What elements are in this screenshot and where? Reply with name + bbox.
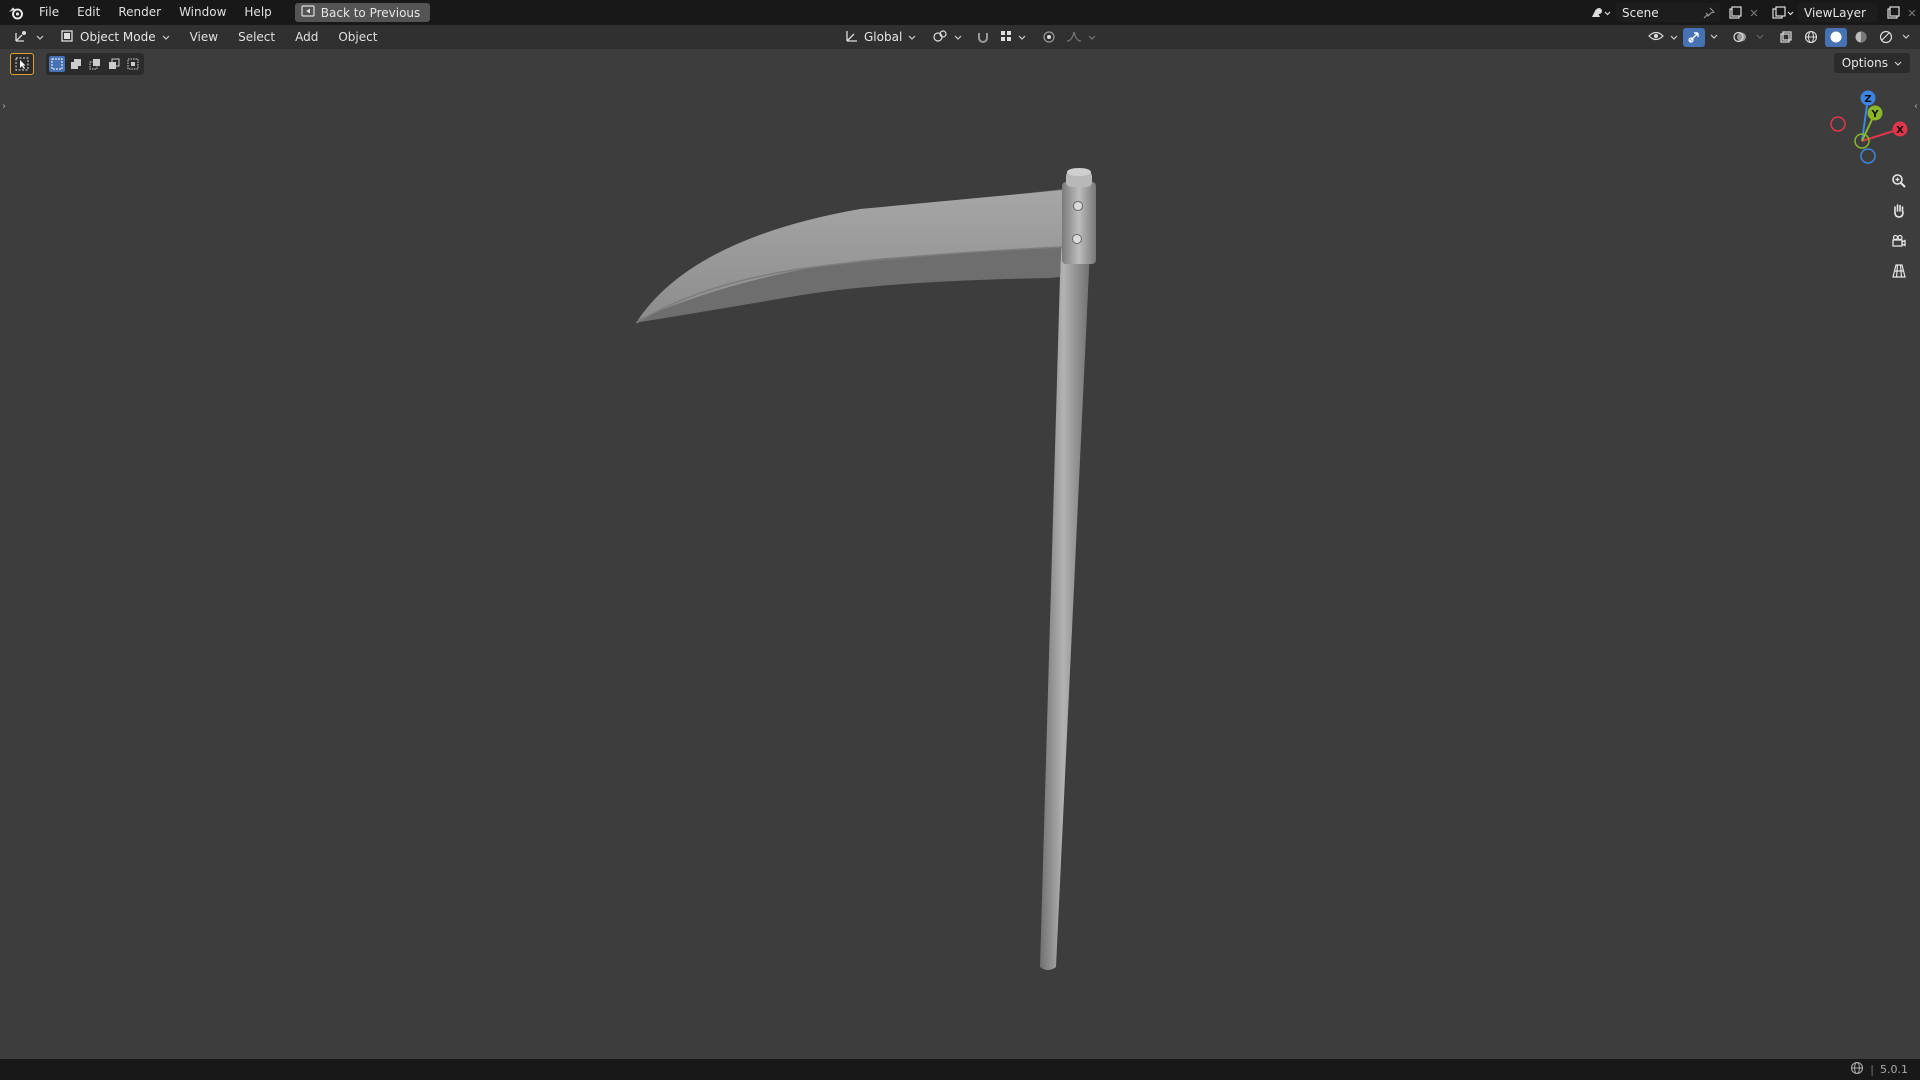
menu-edit[interactable]: Edit [68,0,109,25]
overlays-toggle-icon[interactable] [1729,28,1751,47]
back-icon [301,5,315,20]
editor-type-selector[interactable] [8,27,50,47]
mode-label: Object Mode [80,30,156,44]
status-separator: | [1870,1063,1874,1076]
scene-browse-icon[interactable] [1586,3,1616,22]
menu-select[interactable]: Select [228,30,285,44]
viewport-display-controls [1646,25,1912,49]
tool-settings-row [10,52,144,76]
proportional-falloff-selector[interactable] [1064,27,1098,47]
eye-icon [1648,30,1664,45]
chevron-down-icon [1018,30,1026,44]
orientation-icon [844,29,858,46]
falloff-curve-icon [1066,30,1082,45]
pan-hand-icon[interactable] [1887,199,1911,223]
xray-toggle-icon[interactable] [1775,28,1797,47]
pivot-icon [932,29,948,46]
gizmo-toggle-icon[interactable] [1683,27,1705,47]
zoom-icon[interactable] [1887,169,1911,193]
gizmo-neg-x-icon [1830,116,1846,132]
status-bar: | 5.0.1 [0,1059,1920,1080]
blender-logo-icon[interactable] [2,0,30,25]
top-bar: File Edit Render Window Help Back to Pre… [0,0,1920,25]
select-tool-icon[interactable] [10,53,34,75]
menu-file[interactable]: File [30,0,68,25]
version-label: 5.0.1 [1880,1063,1908,1076]
navigation-gizmo[interactable]: Z X Y [1822,84,1914,168]
rendered-shading-icon[interactable] [1875,28,1897,47]
selection-mode-group [46,53,144,75]
menu-add[interactable]: Add [285,30,328,44]
view-layer-name-field[interactable]: ViewLayer [1798,6,1878,20]
rivet-bottom [1072,234,1082,244]
view-layer-browse-icon[interactable] [1768,3,1798,22]
mode-selector[interactable]: Object Mode [54,27,176,47]
material-preview-shading-icon[interactable] [1850,28,1872,47]
visibility-selector[interactable] [1646,27,1680,47]
select-invert-icon[interactable] [106,56,122,72]
shading-options-chevron-icon[interactable] [1900,28,1912,47]
viewport-header: Object Mode View Select Add Object Globa… [0,25,1920,49]
orientation-label: Global [864,30,903,44]
scene-name-field[interactable]: Scene [1616,6,1698,20]
back-to-previous-button[interactable]: Back to Previous [294,3,431,22]
solid-shading-icon[interactable] [1825,27,1847,47]
menu-object[interactable]: Object [328,30,387,44]
proportional-editing-icon[interactable] [1038,28,1060,47]
select-extend-icon[interactable] [68,56,84,72]
wireframe-shading-icon[interactable] [1800,28,1822,47]
chevron-down-icon [908,30,916,44]
snap-target-selector[interactable] [998,27,1028,47]
scene-selector[interactable]: Scene [1616,3,1720,22]
snap-toggle-icon[interactable] [972,28,994,47]
workspace-selectors: Scene ViewLayer [1586,0,1920,25]
snap-grid-icon [1000,30,1012,45]
gizmo-options-chevron-icon[interactable] [1708,28,1720,47]
rivet-top [1073,201,1083,211]
remove-view-layer-icon[interactable] [1904,3,1920,22]
toolbar-expand-arrow-icon[interactable]: › [2,101,6,112]
chevron-down-icon [36,30,44,44]
chevron-down-icon [1894,56,1902,70]
menu-render[interactable]: Render [109,0,170,25]
menu-help[interactable]: Help [235,0,280,25]
orthographic-toggle-icon[interactable] [1887,259,1911,283]
menu-view[interactable]: View [180,30,228,44]
3d-viewport-icon [14,29,30,46]
new-view-layer-icon[interactable] [1882,3,1904,22]
gizmo-neg-z-icon [1860,148,1876,164]
camera-view-icon[interactable] [1887,229,1911,253]
chevron-down-icon [1670,30,1678,44]
scythe-collar [1062,182,1096,264]
new-scene-icon[interactable] [1724,3,1746,22]
scene-render [635,168,1096,970]
chevron-down-icon [954,30,962,44]
options-label: Options [1841,56,1888,70]
transform-orientation-selector[interactable]: Global [838,27,922,47]
svg-text:X: X [1896,125,1904,136]
select-intersect-icon[interactable] [125,56,141,72]
options-dropdown[interactable]: Options [1833,53,1910,73]
transform-controls: Global [838,25,1098,49]
svg-text:Z: Z [1864,94,1871,105]
menu-window[interactable]: Window [170,0,235,25]
pin-icon[interactable] [1698,3,1720,22]
overlays-options-chevron-icon[interactable] [1754,28,1766,47]
scythe-handle [1040,207,1092,970]
chevron-down-icon [1088,30,1096,44]
select-subtract-icon[interactable] [87,56,103,72]
sidebar-expand-arrow-icon[interactable]: ‹ [1914,101,1918,112]
select-new-icon[interactable] [49,56,65,72]
object-mode-icon [60,29,74,46]
back-to-previous-label: Back to Previous [320,5,421,20]
network-icon [1850,1061,1864,1078]
3d-viewport[interactable] [0,49,1920,1059]
view-layer-selector[interactable]: ViewLayer [1798,3,1878,22]
chevron-down-icon [162,30,170,44]
svg-text:Y: Y [1870,109,1879,120]
remove-scene-icon[interactable] [1746,3,1762,22]
pivot-point-selector[interactable] [926,27,968,47]
